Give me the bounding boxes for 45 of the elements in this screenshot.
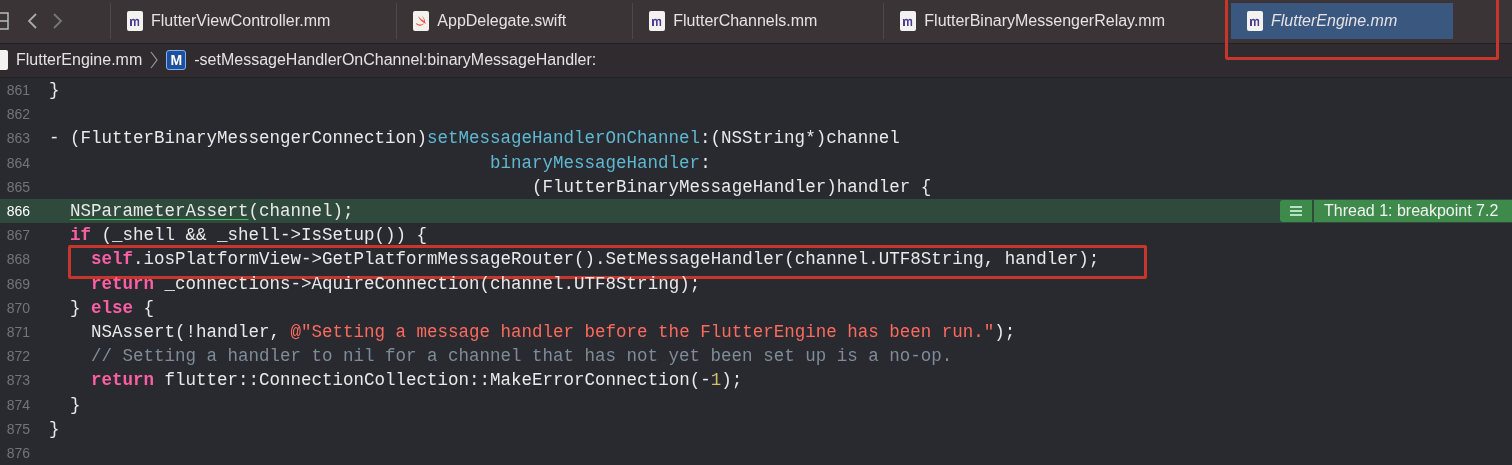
line-number: 865 xyxy=(5,178,30,195)
method-badge: M xyxy=(166,50,187,71)
breakpoint-menu-icon[interactable] xyxy=(1280,199,1312,223)
code-line: return flutter::ConnectionCollection::MakeErrorConnection(-1); xyxy=(90,370,743,391)
line-number: 869 xyxy=(5,275,30,292)
code-line: // Setting a handler to nil for a channel that has not yet been set up is a no-op. xyxy=(90,346,953,367)
file-tab[interactable]: FlutterChannels.mm xyxy=(632,3,844,40)
file-tab[interactable]: FlutterViewController.mm xyxy=(110,3,357,40)
line-number: 868 xyxy=(5,251,30,268)
code-line: } xyxy=(69,394,81,415)
code-line: NSParameterAssert(channel); xyxy=(69,201,354,222)
line-number: 867 xyxy=(5,227,30,244)
grid-icon[interactable] xyxy=(0,11,12,32)
line-number: 862 xyxy=(5,106,30,123)
code-line: self.iosPlatformView->GetPlatformMessageRouter().SetMessageHandler(channel.UTF8String, handler); xyxy=(90,249,1100,270)
line-number: 874 xyxy=(5,396,30,413)
back-icon[interactable] xyxy=(26,12,38,31)
line-number: 872 xyxy=(5,348,30,365)
code-line: } xyxy=(49,418,60,439)
file-tab[interactable]: FlutterBinaryMessengerRelay.mm xyxy=(883,3,1191,40)
line-number: 873 xyxy=(5,372,30,389)
line-number: 870 xyxy=(5,299,30,316)
code-line: return _connections->AquireConnection(channel.UTF8String); xyxy=(90,273,701,294)
line-number: 864 xyxy=(5,154,30,171)
code-line: - (FlutterBinaryMessengerConnection)setMessageHandlerOnChannel:(NSString*)channel xyxy=(49,128,900,149)
file-tab[interactable]: FlutterEngine.mm xyxy=(1231,3,1454,40)
line-number: 866 xyxy=(5,203,30,220)
breadcrumb-file[interactable]: FlutterEngine.mm xyxy=(16,51,143,70)
code-line: binaryMessageHandler: xyxy=(489,152,711,173)
breakpoint-label: Thread 1: breakpoint 7.2 xyxy=(1314,199,1512,223)
code-line: } xyxy=(49,80,60,101)
line-number: 876 xyxy=(5,444,30,461)
line-number: 863 xyxy=(5,130,30,147)
code-line: (FlutterBinaryMessageHandler)handler { xyxy=(531,176,932,197)
line-number: 871 xyxy=(5,323,30,340)
chevron-icon xyxy=(150,51,159,70)
swift-file-icon xyxy=(413,11,430,32)
forward-icon[interactable] xyxy=(52,12,64,31)
file-tab[interactable]: AppDelegate.swift xyxy=(396,3,593,40)
code-line: if (_shell && _shell->IsSetup()) { xyxy=(69,225,428,246)
code-line: } else { xyxy=(69,297,155,318)
code-line: NSAssert(!handler, @"Setting a message handler before the FlutterEngine has been run."); xyxy=(90,321,1016,342)
breadcrumb-symbol[interactable]: -setMessageHandlerOnChannel:binaryMessageHandler: xyxy=(194,51,597,70)
line-number: 861 xyxy=(5,82,30,99)
line-number: 875 xyxy=(5,420,30,437)
